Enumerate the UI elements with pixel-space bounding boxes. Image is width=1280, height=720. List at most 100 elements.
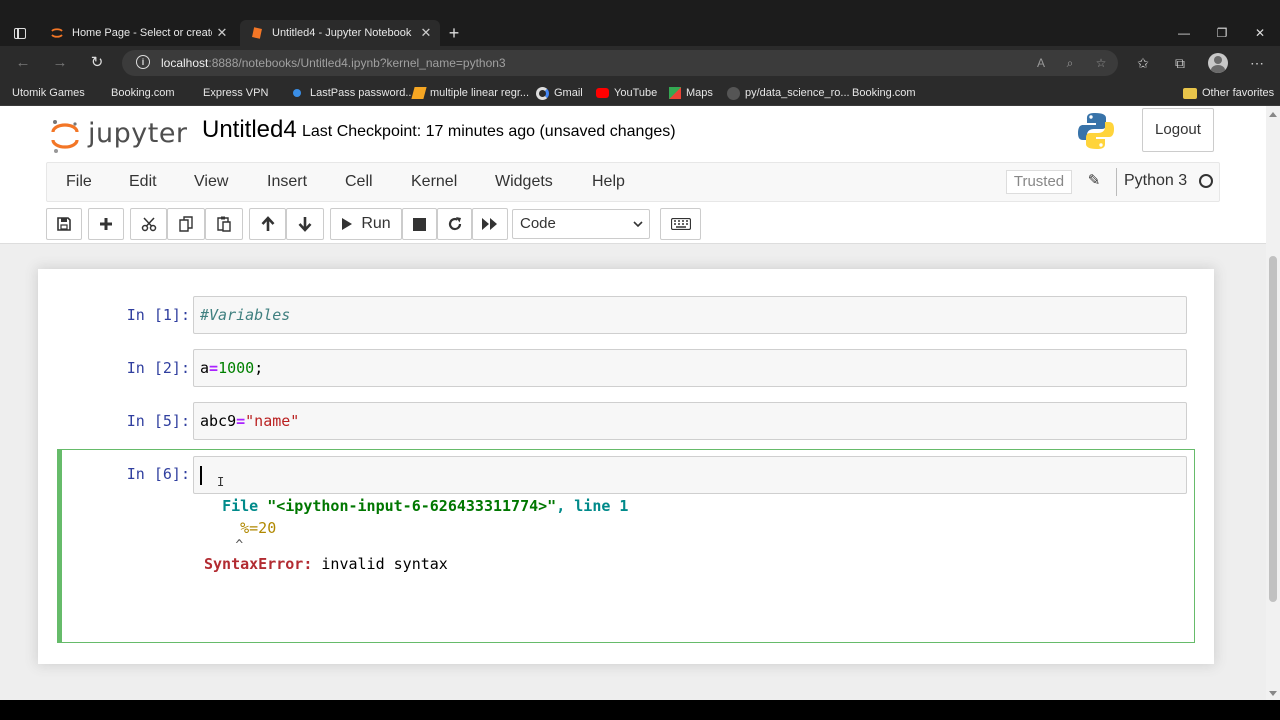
bookmark-item[interactable]: Booking.com [111, 84, 175, 203]
menu-kernel[interactable]: Kernel [411, 173, 457, 191]
menu-cell[interactable]: Cell [345, 173, 373, 191]
bookmark-item[interactable]: LastPass password... [291, 84, 415, 102]
browser-tab-bar: Home Page - Select or create a notebook … [0, 0, 1280, 46]
logo-text: jupyter [88, 118, 188, 149]
cell-type-select[interactable]: Code [512, 209, 650, 239]
read-aloud-icon[interactable]: A [1032, 54, 1050, 72]
trusted-indicator[interactable]: Trusted [1006, 170, 1072, 194]
bookmark-item[interactable]: py/data_science_ro... [727, 84, 850, 102]
arrow-up-icon [261, 216, 274, 231]
menu-widgets[interactable]: Widgets [495, 173, 553, 191]
restart-run-all-button[interactable] [472, 208, 508, 240]
text-cursor [200, 466, 202, 485]
bookmark-item[interactable]: Express VPN [203, 84, 268, 203]
forward-icon[interactable]: → [49, 52, 71, 74]
jupyter-logo[interactable]: jupyter [50, 114, 188, 158]
code-cell[interactable]: In [5]: abc9="name" [57, 402, 1195, 440]
maximize-icon[interactable]: ❐ [1204, 22, 1240, 44]
lastpass-icon [293, 89, 301, 97]
command-palette-button[interactable] [660, 208, 701, 240]
youtube-icon [596, 88, 609, 98]
cut-button[interactable] [130, 208, 167, 240]
notebook-name[interactable]: Untitled4 [202, 116, 297, 144]
bookmark-item[interactable]: Maps [669, 84, 713, 102]
maps-icon [669, 87, 681, 99]
close-icon[interactable]: ✕ [212, 25, 232, 41]
error-file-line: File "<ipython-input-6-626433311774>", l… [222, 497, 629, 515]
tab-actions-icon[interactable] [8, 22, 32, 44]
cell-input[interactable]: abc9="name" [193, 402, 1187, 440]
tab-untitled4[interactable]: Untitled4 - Jupyter Notebook ✕ [240, 20, 440, 46]
code-cell[interactable]: In [2]: a=1000; [57, 349, 1195, 387]
kernel-name[interactable]: Python 3 [1124, 172, 1187, 190]
toolbar: Run Code [0, 206, 1266, 244]
bookmark-item[interactable]: Gmail [536, 84, 583, 102]
save-button[interactable] [46, 208, 82, 240]
bookmark-item[interactable]: YouTube [596, 84, 657, 102]
back-icon[interactable]: ← [12, 52, 34, 74]
bookmark-item[interactable]: Utomik Games [12, 84, 85, 203]
zoom-icon[interactable]: ⌕ [1061, 54, 1079, 72]
minimize-icon[interactable]: — [1166, 22, 1202, 44]
checkpoint-status: Last Checkpoint: 17 minutes ago (unsaved… [302, 123, 676, 140]
address-bar-row: ← → ↻ i localhost:8888/notebooks/Untitle… [0, 46, 1280, 80]
copy-button[interactable] [167, 208, 205, 240]
move-down-button[interactable] [286, 208, 324, 240]
chevron-down-icon [633, 221, 643, 228]
plus-icon [100, 218, 112, 230]
favorite-add-icon[interactable]: ☆ [1092, 54, 1110, 72]
cell-input[interactable]: a=1000; [193, 349, 1187, 387]
ibeam-cursor-icon: I [217, 475, 225, 489]
insert-cell-button[interactable] [88, 208, 124, 240]
page-scrollbar[interactable] [1266, 106, 1280, 700]
bookmarks-bar: Utomik Games Booking.com Express VPN Las… [0, 80, 1280, 203]
url-field[interactable]: i localhost:8888/notebooks/Untitled4.ipy… [122, 50, 1118, 76]
google-icon [536, 86, 549, 100]
menu-view[interactable]: View [194, 173, 228, 191]
menu-help[interactable]: Help [592, 173, 625, 191]
selected-code-cell[interactable]: In [6]: I File "<ipython-input-6-6264333… [57, 449, 1195, 643]
menu-insert[interactable]: Insert [267, 173, 307, 191]
move-up-button[interactable] [249, 208, 286, 240]
cell-prompt: In [5]: [126, 412, 190, 430]
cell-input[interactable]: #Variables [193, 296, 1187, 334]
more-icon[interactable]: ⋯ [1246, 52, 1268, 74]
close-icon[interactable]: ✕ [416, 25, 436, 41]
scroll-thumb[interactable] [1269, 256, 1277, 602]
bookmark-item[interactable]: multiple linear regr... [411, 84, 529, 102]
bookmark-item[interactable]: Booking.com [852, 84, 916, 203]
tab-home-page[interactable]: Home Page - Select or create a notebook … [40, 20, 236, 46]
restart-button[interactable] [437, 208, 472, 240]
scroll-up-icon[interactable] [1269, 112, 1277, 117]
new-tab-icon[interactable]: + [444, 22, 464, 44]
collections-icon[interactable]: ⧉ [1169, 52, 1191, 74]
save-icon [57, 217, 71, 231]
cell-input[interactable]: I [193, 456, 1187, 494]
folder-icon [1183, 87, 1197, 99]
window-close-icon[interactable]: ✕ [1242, 22, 1278, 44]
kernel-separator [1116, 168, 1117, 196]
edit-mode-icon: ✎ [1087, 172, 1101, 189]
interrupt-button[interactable] [402, 208, 437, 240]
stop-icon [413, 217, 426, 231]
menu-edit[interactable]: Edit [129, 173, 157, 191]
paste-button[interactable] [205, 208, 243, 240]
cell-prompt: In [2]: [126, 359, 190, 377]
keyboard-icon [670, 218, 691, 230]
avatar[interactable] [1208, 53, 1228, 73]
refresh-icon[interactable]: ↻ [86, 52, 108, 74]
scroll-down-icon[interactable] [1269, 691, 1277, 696]
code-cell[interactable]: In [1]: #Variables [57, 296, 1195, 334]
restart-icon [448, 217, 461, 231]
notebook-container: In [1]: #Variables In [2]: a=1000; In [5… [38, 269, 1214, 664]
site-info-icon[interactable]: i [136, 55, 150, 69]
menu-file[interactable]: File [66, 173, 92, 191]
favorites-icon[interactable]: ✩ [1132, 52, 1154, 74]
other-favorites[interactable]: Other favorites [1183, 84, 1274, 102]
error-code-line: %=20 [240, 519, 277, 537]
error-caret: ^ [235, 538, 244, 553]
copy-icon [179, 216, 193, 232]
play-icon [342, 218, 353, 230]
run-button[interactable]: Run [330, 208, 402, 240]
logout-button[interactable]: Logout [1142, 108, 1214, 152]
